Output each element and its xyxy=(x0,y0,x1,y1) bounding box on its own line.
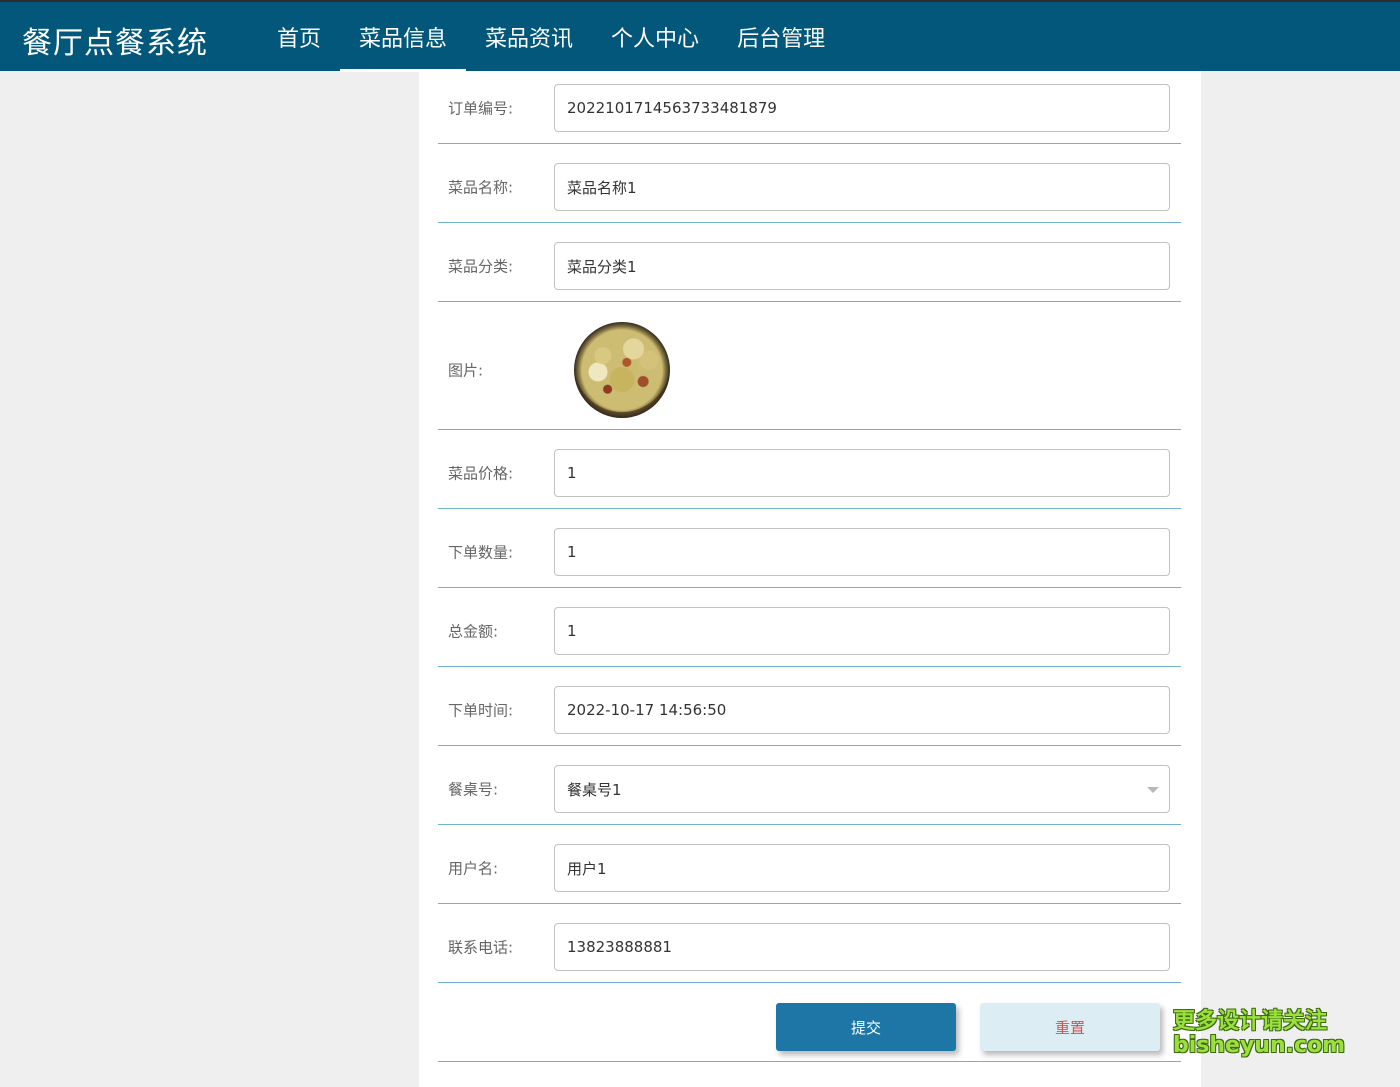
nav-dish-news[interactable]: 菜品资讯 xyxy=(466,2,592,71)
dish-category-field[interactable]: 菜品分类1 xyxy=(554,242,1170,290)
form-row-quantity: 下单数量: 1 xyxy=(438,509,1181,588)
form-row-order-time: 下单时间: 2022-10-17 14:56:50 xyxy=(438,667,1181,746)
dish-price-field[interactable]: 1 xyxy=(554,449,1170,497)
phone-field[interactable]: 13823888881 xyxy=(554,923,1170,971)
order-no-value: 2022101714563733481879 xyxy=(567,99,777,117)
total-label: 总金额: xyxy=(448,622,499,641)
quantity-value: 1 xyxy=(567,543,577,561)
dish-price-label: 菜品价格: xyxy=(448,464,514,483)
form-row-dish-name: 菜品名称: 菜品名称1 xyxy=(438,144,1181,223)
nav-home[interactable]: 首页 xyxy=(258,2,340,71)
form-row-username: 用户名: 用户1 xyxy=(438,825,1181,904)
site-watermark: 更多设计请关注 bisheyun.com xyxy=(1173,1009,1346,1059)
phone-label: 联系电话: xyxy=(448,938,514,957)
image-label: 图片: xyxy=(448,361,484,380)
quantity-label: 下单数量: xyxy=(448,543,514,562)
form-row-dish-category: 菜品分类: 菜品分类1 xyxy=(438,223,1181,302)
dish-photo xyxy=(574,322,670,418)
form-row-order-no: 订单编号: 2022101714563733481879 xyxy=(438,71,1181,144)
quantity-field[interactable]: 1 xyxy=(554,528,1170,576)
order-no-field[interactable]: 2022101714563733481879 xyxy=(554,84,1170,132)
table-no-select[interactable]: 餐桌号1 xyxy=(554,765,1170,813)
dish-category-label: 菜品分类: xyxy=(448,257,514,276)
reset-button[interactable]: 重置 xyxy=(980,1003,1160,1051)
form-row-image: 图片: xyxy=(438,302,1181,430)
table-no-value: 餐桌号1 xyxy=(567,780,622,799)
form-row-dish-price: 菜品价格: 1 xyxy=(438,430,1181,509)
submit-button[interactable]: 提交 xyxy=(776,1003,956,1051)
nav-admin[interactable]: 后台管理 xyxy=(718,2,844,71)
watermark-line-2: bisheyun.com xyxy=(1173,1033,1346,1059)
dish-category-value: 菜品分类1 xyxy=(567,257,637,276)
form-row-total: 总金额: 1 xyxy=(438,588,1181,667)
order-no-label: 订单编号: xyxy=(448,99,514,118)
dish-name-value: 菜品名称1 xyxy=(567,178,637,197)
dish-name-field[interactable]: 菜品名称1 xyxy=(554,163,1170,211)
order-time-label: 下单时间: xyxy=(448,701,514,720)
phone-value: 13823888881 xyxy=(567,938,672,956)
nav-personal-center[interactable]: 个人中心 xyxy=(592,2,718,71)
main-nav: 首页 菜品信息 菜品资讯 个人中心 后台管理 xyxy=(258,2,844,72)
form-row-table-no: 餐桌号: 餐桌号1 xyxy=(438,746,1181,825)
username-value: 用户1 xyxy=(567,859,607,878)
username-label: 用户名: xyxy=(448,859,499,878)
total-field[interactable]: 1 xyxy=(554,607,1170,655)
dish-price-value: 1 xyxy=(567,464,577,482)
chevron-down-icon[interactable] xyxy=(1147,787,1159,793)
form-row-phone: 联系电话: 13823888881 xyxy=(438,904,1181,983)
watermark-line-1: 更多设计请关注 xyxy=(1173,1009,1328,1034)
site-brand: 餐厅点餐系统 xyxy=(22,26,208,61)
username-field[interactable]: 用户1 xyxy=(554,844,1170,892)
order-time-value: 2022-10-17 14:56:50 xyxy=(567,701,727,719)
dish-name-label: 菜品名称: xyxy=(448,178,514,197)
total-value: 1 xyxy=(567,622,577,640)
top-nav-bar: 餐厅点餐系统 首页 菜品信息 菜品资讯 个人中心 后台管理 xyxy=(0,0,1400,72)
order-time-field[interactable]: 2022-10-17 14:56:50 xyxy=(554,686,1170,734)
order-form-card: 订单编号: 2022101714563733481879 菜品名称: 菜品名称1… xyxy=(419,71,1201,1087)
table-no-label: 餐桌号: xyxy=(448,780,499,799)
nav-dish-info[interactable]: 菜品信息 xyxy=(340,2,467,72)
